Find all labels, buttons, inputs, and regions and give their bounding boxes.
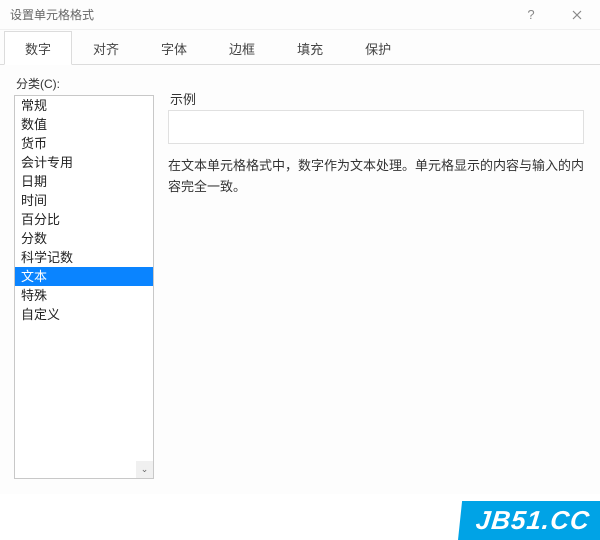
detail-panel: 示例 在文本单元格格式中，数字作为文本处理。单元格显示的内容与输入的内容完全一致…: [154, 75, 586, 479]
tab-number[interactable]: 数字: [4, 31, 72, 65]
category-listbox[interactable]: 常规 数值 货币 会计专用 日期 时间 百分比 分数 科学记数 文本 特殊 自定…: [14, 95, 154, 479]
close-button[interactable]: [554, 0, 600, 30]
tab-label: 数字: [25, 42, 51, 57]
help-button[interactable]: ?: [508, 0, 554, 30]
list-item[interactable]: 会计专用: [15, 153, 153, 172]
sample-label: 示例: [170, 89, 584, 108]
tab-alignment[interactable]: 对齐: [72, 31, 140, 65]
list-item[interactable]: 数值: [15, 115, 153, 134]
tab-font[interactable]: 字体: [140, 31, 208, 65]
tab-label: 对齐: [93, 42, 119, 57]
format-description: 在文本单元格格式中，数字作为文本处理。单元格显示的内容与输入的内容完全一致。: [168, 156, 584, 198]
tab-label: 保护: [365, 42, 391, 57]
category-label: 分类(C):: [16, 75, 154, 92]
format-cells-dialog: 设置单元格格式 ? 数字 对齐 字体 边框 填充 保护 分类(C): 常规 数值…: [0, 0, 600, 540]
list-item[interactable]: 分数: [15, 229, 153, 248]
chevron-down-icon: ⌄: [141, 464, 149, 475]
list-item[interactable]: 货币: [15, 134, 153, 153]
titlebar: 设置单元格格式 ?: [0, 0, 600, 30]
list-item[interactable]: 文本: [15, 267, 153, 286]
watermark: JB51.CC: [458, 501, 600, 540]
tab-protection[interactable]: 保护: [344, 31, 412, 65]
dialog-body: 分类(C): 常规 数值 货币 会计专用 日期 时间 百分比 分数 科学记数 文…: [0, 65, 600, 493]
list-item[interactable]: 日期: [15, 172, 153, 191]
tab-label: 字体: [161, 42, 187, 57]
list-item[interactable]: 百分比: [15, 210, 153, 229]
list-item[interactable]: 时间: [15, 191, 153, 210]
help-icon: ?: [527, 7, 534, 22]
list-item[interactable]: 科学记数: [15, 248, 153, 267]
tab-bar: 数字 对齐 字体 边框 填充 保护: [0, 30, 600, 65]
scroll-down-button[interactable]: ⌄: [136, 461, 153, 478]
window-title: 设置单元格格式: [10, 6, 508, 23]
tab-fill[interactable]: 填充: [276, 31, 344, 65]
sample-box: [168, 110, 584, 144]
tab-border[interactable]: 边框: [208, 31, 276, 65]
tab-label: 填充: [297, 42, 323, 57]
tab-label: 边框: [229, 42, 255, 57]
close-icon: [572, 10, 582, 20]
list-item[interactable]: 特殊: [15, 286, 153, 305]
list-item[interactable]: 常规: [15, 96, 153, 115]
category-panel: 分类(C): 常规 数值 货币 会计专用 日期 时间 百分比 分数 科学记数 文…: [14, 75, 154, 479]
list-item[interactable]: 自定义: [15, 305, 153, 324]
